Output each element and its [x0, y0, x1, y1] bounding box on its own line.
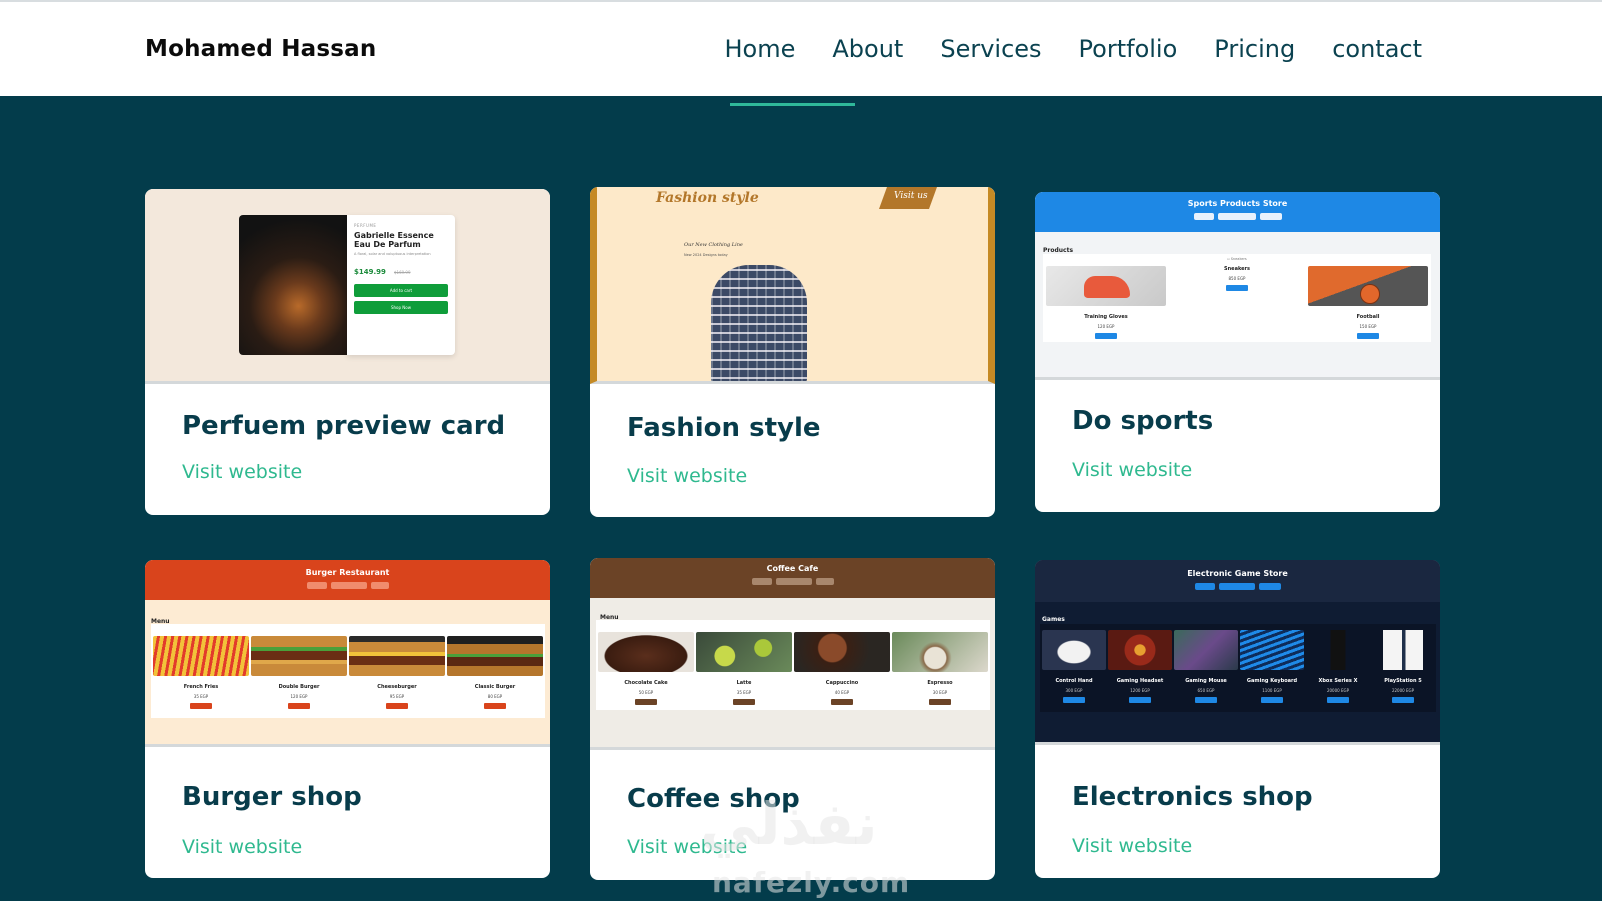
football-photo [1308, 266, 1428, 306]
nav-services[interactable]: Services [940, 35, 1041, 63]
sports-product-3: Football 150 EGP [1308, 266, 1428, 339]
portfolio-card-perfume: PERFUME Gabrielle Essence Eau De Parfum … [145, 189, 550, 515]
perfume-desc: A floral, solar and voluptuous interpret… [354, 252, 431, 256]
visit-website-link-electronics[interactable]: Visit website [1072, 835, 1192, 857]
fashion-heading: Fashion style [656, 190, 759, 206]
electronics-products-row: Control Hand 300 EGP Gaming Headset 1200… [1040, 624, 1436, 712]
sports-section-label: Products [1043, 247, 1074, 254]
card-title-burger: Burger shop [182, 782, 362, 812]
watermark-arabic: نفذلي [700, 790, 878, 858]
controller-photo [1042, 630, 1106, 670]
watermark-latin: nafezly.com [712, 866, 911, 899]
sports-btn-cart [1217, 213, 1256, 220]
sneakers-image-placeholder: ▫ Sneakers [1227, 257, 1247, 261]
sports-product-2: ▫ Sneakers Sneakers 850 EGP [1177, 257, 1297, 291]
sports-product-1: Training Gloves 120 EGP [1046, 266, 1166, 339]
section-underline [730, 103, 855, 106]
portfolio-card-electronics: Electronic Game Store Games Control Hand… [1035, 560, 1440, 878]
card-title-perfume: Perfuem preview card [182, 411, 506, 441]
playstation-photo [1372, 630, 1434, 670]
perfume-add-to-cart-button: Add to cart [354, 284, 448, 297]
fries-photo [153, 636, 249, 676]
sports-btn-products [1259, 213, 1282, 220]
electronics-section-label: Games [1042, 616, 1065, 623]
perfume-shop-now-button: Shop Now [354, 301, 448, 314]
headset-photo [1108, 630, 1172, 670]
visit-website-link-sports[interactable]: Visit website [1072, 459, 1192, 481]
preview-image-fashion: Fashion style Visit us Our New Clothing … [590, 187, 995, 384]
perfume-info-panel: PERFUME Gabrielle Essence Eau De Parfum … [347, 215, 455, 355]
coffee-header: Coffee Cafe [590, 558, 995, 598]
classic-burger-photo [447, 636, 543, 676]
card-title-sports: Do sports [1072, 406, 1214, 436]
xbox-photo [1306, 630, 1370, 670]
cappuccino-photo [794, 632, 890, 672]
fashion-sub: New 2024 Designs today [684, 253, 728, 257]
preview-image-perfume: PERFUME Gabrielle Essence Eau De Parfum … [145, 189, 550, 384]
gaming-mouse-photo [1174, 630, 1238, 670]
top-navbar: Mohamed Hassan Home About Services Portf… [0, 0, 1602, 96]
card-title-fashion: Fashion style [627, 413, 821, 443]
electronics-header-title: Electronic Game Store [1187, 569, 1288, 578]
sports-products-row: Training Gloves 120 EGP ▫ Sneakers Sneak… [1043, 254, 1431, 342]
perfume-old-price: $169.99 [393, 270, 411, 275]
preview-image-coffee: Coffee Cafe Menu Chocolate Cake 50 EGP L… [590, 558, 995, 750]
perfume-name-2: Eau De Parfum [354, 240, 421, 249]
latte-photo [696, 632, 792, 672]
visit-website-link-fashion[interactable]: Visit website [627, 465, 747, 487]
portfolio-card-burger: Burger Restaurant Menu French Fries 35 E… [145, 560, 550, 878]
gaming-keyboard-photo [1240, 630, 1304, 670]
perfume-price: $149.99 [354, 268, 386, 276]
burger-header-title: Burger Restaurant [305, 568, 390, 577]
burger-header: Burger Restaurant [145, 560, 550, 600]
coffee-products-row: Chocolate Cake 50 EGP Latte 35 EGP Cappu… [596, 620, 990, 710]
card-title-electronics: Electronics shop [1072, 782, 1313, 812]
nav-portfolio[interactable]: Portfolio [1079, 35, 1178, 63]
visit-website-link-perfume[interactable]: Visit website [182, 461, 302, 483]
portfolio-card-sports: Sports Products Store Products Training … [1035, 192, 1440, 512]
perfume-photo [239, 215, 347, 355]
sports-header-title: Sports Products Store [1187, 199, 1288, 208]
fashion-shirt-photo [711, 265, 807, 381]
fashion-visit-us-label: Visit us [894, 191, 928, 201]
nav-pricing[interactable]: Pricing [1214, 35, 1295, 63]
sports-btn-logout [1193, 213, 1214, 220]
sports-header: Sports Products Store [1035, 192, 1440, 232]
nav-about[interactable]: About [832, 35, 903, 63]
sneaker-photo [1046, 266, 1166, 306]
preview-image-sports: Sports Products Store Products Training … [1035, 192, 1440, 380]
preview-image-burger: Burger Restaurant Menu French Fries 35 E… [145, 560, 550, 747]
preview-image-electronics: Electronic Game Store Games Control Hand… [1035, 560, 1440, 745]
fashion-line: Our New Clothing Line [684, 242, 743, 248]
portfolio-card-fashion: Fashion style Visit us Our New Clothing … [590, 187, 995, 517]
chocolate-cake-photo [598, 632, 694, 672]
burger-products-row: French Fries 35 EGP Double Burger 120 EG… [151, 624, 545, 718]
perfume-category: PERFUME [354, 223, 377, 228]
double-burger-photo [251, 636, 347, 676]
nav-home[interactable]: Home [725, 35, 796, 63]
brand-name[interactable]: Mohamed Hassan [145, 36, 376, 62]
main-nav: Home About Services Portfolio Pricing co… [725, 35, 1423, 63]
electronics-header: Electronic Game Store [1035, 560, 1440, 602]
espresso-photo [892, 632, 988, 672]
cheeseburger-photo [349, 636, 445, 676]
nav-contact[interactable]: contact [1332, 35, 1422, 63]
coffee-header-title: Coffee Cafe [766, 564, 819, 573]
perfume-name-1: Gabrielle Essence [354, 231, 434, 240]
visit-website-link-burger[interactable]: Visit website [182, 836, 302, 858]
